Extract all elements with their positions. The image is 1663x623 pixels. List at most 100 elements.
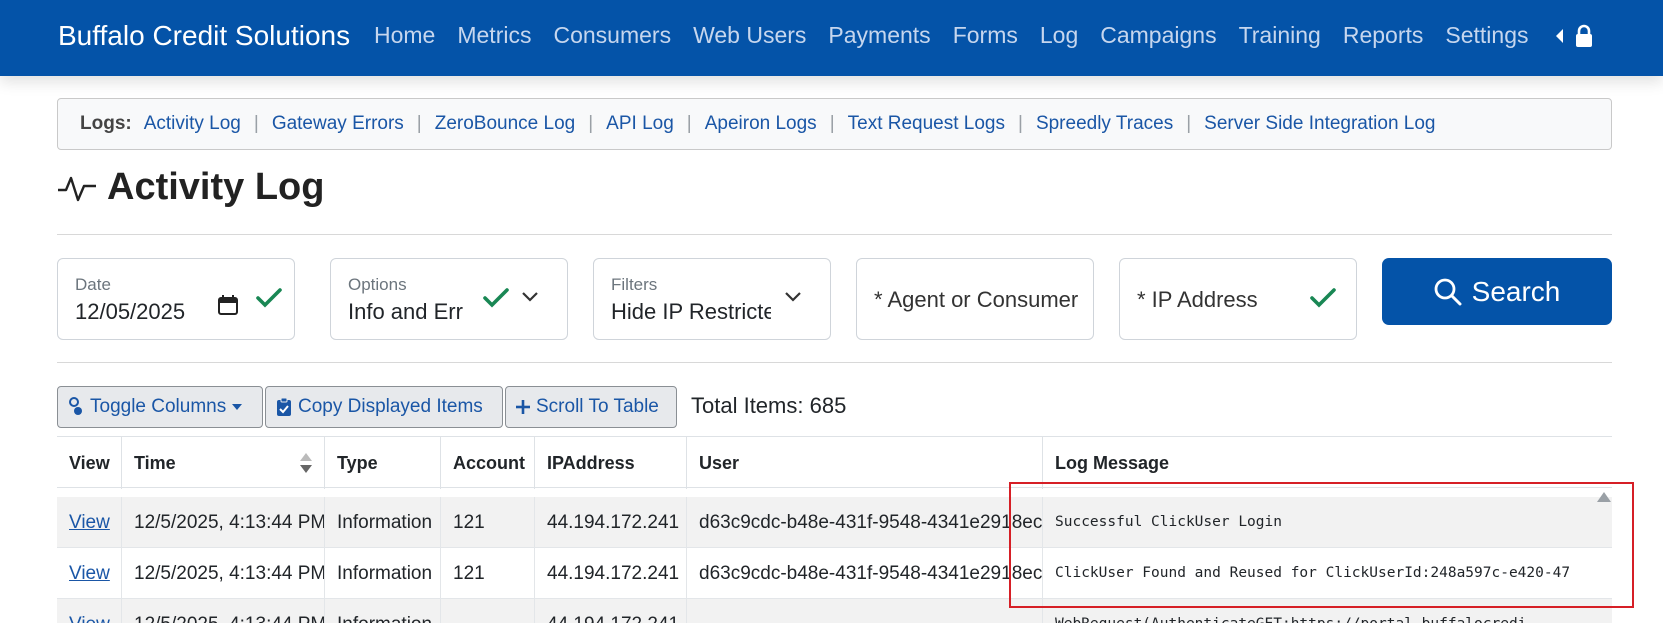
type-cell: Information bbox=[324, 599, 440, 623]
user-cell bbox=[686, 599, 1042, 623]
caret-down-icon bbox=[232, 404, 243, 410]
separator: | bbox=[1186, 113, 1192, 134]
nav-training[interactable]: Training bbox=[1239, 22, 1321, 49]
nav-tools bbox=[1556, 24, 1593, 48]
nav-web-users[interactable]: Web Users bbox=[693, 22, 806, 49]
account-cell bbox=[440, 599, 534, 623]
separator: | bbox=[253, 113, 259, 134]
chevron-down-icon[interactable] bbox=[784, 291, 802, 303]
date-filter[interactable]: Date 12/05/2025 bbox=[57, 258, 295, 340]
nav-consumers[interactable]: Consumers bbox=[553, 22, 671, 49]
ip-cell: 44.194.172.241 bbox=[534, 497, 686, 548]
toggle-columns-label: Toggle Columns bbox=[90, 396, 227, 417]
nav-reports[interactable]: Reports bbox=[1343, 22, 1424, 49]
column-header-log-message[interactable]: Log Message bbox=[1042, 437, 1612, 489]
logs-link-server-side-integration-log[interactable]: Server Side Integration Log bbox=[1204, 113, 1435, 135]
options-label: Options bbox=[348, 275, 407, 294]
log-message-cell: ClickUser Found and Reused for ClickUser… bbox=[1042, 548, 1582, 599]
main-nav: Home Metrics Consumers Web Users Payment… bbox=[374, 22, 1550, 49]
agent-consumer-input[interactable]: * Agent or Consumer bbox=[874, 287, 1089, 313]
search-button-label: Search bbox=[1471, 275, 1561, 307]
column-header-type[interactable]: Type bbox=[324, 437, 440, 489]
page-title: Activity Log bbox=[107, 166, 325, 208]
log-message-cell: Successful ClickUser Login bbox=[1042, 497, 1582, 548]
time-cell: 12/5/2025, 4:13:44 PM bbox=[121, 548, 324, 599]
ip-cell: 44.194.172.241 bbox=[534, 599, 686, 623]
nav-forms[interactable]: Forms bbox=[953, 22, 1018, 49]
column-header-time-label: Time bbox=[134, 453, 176, 473]
search-icon bbox=[1434, 278, 1462, 305]
nav-settings[interactable]: Settings bbox=[1445, 22, 1528, 49]
options-select[interactable]: Info and Err bbox=[348, 299, 470, 325]
table-row: View 12/5/2025, 4:13:44 PM Information 4… bbox=[57, 599, 1612, 623]
agent-consumer-filter[interactable]: * Agent or Consumer bbox=[856, 258, 1094, 340]
column-header-ipaddress[interactable]: IPAddress bbox=[534, 437, 686, 489]
sort-icon[interactable] bbox=[300, 453, 312, 475]
logs-link-gateway-errors[interactable]: Gateway Errors bbox=[272, 113, 404, 135]
separator: | bbox=[588, 113, 594, 134]
total-items: Total Items: 685 bbox=[691, 393, 847, 418]
ip-cell: 44.194.172.241 bbox=[534, 548, 686, 599]
date-input[interactable]: 12/05/2025 bbox=[75, 299, 185, 325]
caret-left-icon[interactable] bbox=[1556, 29, 1563, 43]
toggle-columns-button[interactable]: Toggle Columns bbox=[57, 386, 263, 428]
logs-label: Logs: bbox=[80, 113, 132, 134]
logs-link-api-log[interactable]: API Log bbox=[606, 113, 674, 135]
scroll-to-table-label: Scroll To Table bbox=[536, 396, 659, 417]
view-link[interactable]: View bbox=[69, 563, 110, 584]
user-cell: d63c9cdc-b48e-431f-9548-4341e2918ec6 bbox=[686, 497, 1042, 548]
log-message-cell: WebRequest(AuthenticateGET:https://porta… bbox=[1042, 599, 1582, 623]
search-button[interactable]: Search bbox=[1382, 258, 1612, 325]
column-header-user[interactable]: User bbox=[686, 437, 1042, 489]
logs-link-spreedly-traces[interactable]: Spreedly Traces bbox=[1036, 113, 1173, 135]
nav-payments[interactable]: Payments bbox=[828, 22, 930, 49]
ip-address-filter[interactable]: * IP Address bbox=[1119, 258, 1357, 340]
separator: | bbox=[829, 113, 835, 134]
chevron-down-icon[interactable] bbox=[521, 291, 539, 303]
clipboard-icon bbox=[277, 397, 291, 416]
logs-link-text-request-logs[interactable]: Text Request Logs bbox=[848, 113, 1005, 135]
page-header: Activity Log bbox=[57, 166, 324, 209]
view-cell: View bbox=[57, 599, 121, 623]
logs-link-activity-log[interactable]: Activity Log bbox=[144, 113, 241, 135]
nav-campaigns[interactable]: Campaigns bbox=[1100, 22, 1216, 49]
view-link[interactable]: View bbox=[69, 512, 110, 533]
brand-name[interactable]: Buffalo Credit Solutions bbox=[58, 20, 350, 52]
scroll-up-icon[interactable] bbox=[1597, 492, 1611, 502]
separator: | bbox=[686, 113, 692, 134]
column-header-time[interactable]: Time bbox=[121, 437, 324, 489]
type-cell: Information bbox=[324, 548, 440, 599]
table-row: View 12/5/2025, 4:13:44 PM Information 1… bbox=[57, 497, 1612, 548]
options-filter[interactable]: Options Info and Err bbox=[330, 258, 568, 340]
logs-link-apeiron-logs[interactable]: Apeiron Logs bbox=[705, 113, 817, 135]
view-cell: View bbox=[57, 497, 121, 548]
filters-label: Filters bbox=[611, 275, 658, 294]
logs-nav-bar: Logs: Activity Log | Gateway Errors | Ze… bbox=[57, 98, 1612, 150]
nav-metrics[interactable]: Metrics bbox=[457, 22, 531, 49]
time-cell: 12/5/2025, 4:13:44 PM bbox=[121, 599, 324, 623]
separator: | bbox=[416, 113, 422, 134]
plus-icon bbox=[516, 400, 530, 414]
filters-filter[interactable]: Filters Hide IP Restricte bbox=[593, 258, 831, 340]
copy-displayed-items-label: Copy Displayed Items bbox=[298, 396, 483, 417]
check-icon bbox=[483, 288, 509, 308]
activity-pulse-icon bbox=[58, 176, 96, 201]
column-header-account[interactable]: Account bbox=[440, 437, 534, 489]
lock-icon[interactable] bbox=[1575, 24, 1593, 48]
filters-select[interactable]: Hide IP Restricte bbox=[611, 299, 771, 325]
columns-icon bbox=[69, 397, 82, 415]
account-cell: 121 bbox=[440, 497, 534, 548]
view-link[interactable]: View bbox=[69, 614, 110, 623]
user-cell: d63c9cdc-b48e-431f-9548-4341e2918ec6 bbox=[686, 548, 1042, 599]
scroll-to-table-button[interactable]: Scroll To Table bbox=[505, 386, 677, 428]
copy-displayed-items-button[interactable]: Copy Displayed Items bbox=[265, 386, 503, 428]
ip-address-input[interactable]: * IP Address bbox=[1137, 287, 1258, 313]
divider bbox=[57, 362, 1612, 363]
nav-log[interactable]: Log bbox=[1040, 22, 1078, 49]
type-cell: Information bbox=[324, 497, 440, 548]
calendar-icon[interactable] bbox=[218, 295, 238, 315]
column-header-view[interactable]: View bbox=[57, 437, 121, 489]
logs-link-zerobounce-log[interactable]: ZeroBounce Log bbox=[435, 113, 576, 135]
nav-home[interactable]: Home bbox=[374, 22, 435, 49]
top-navbar: Buffalo Credit Solutions Home Metrics Co… bbox=[0, 0, 1663, 76]
